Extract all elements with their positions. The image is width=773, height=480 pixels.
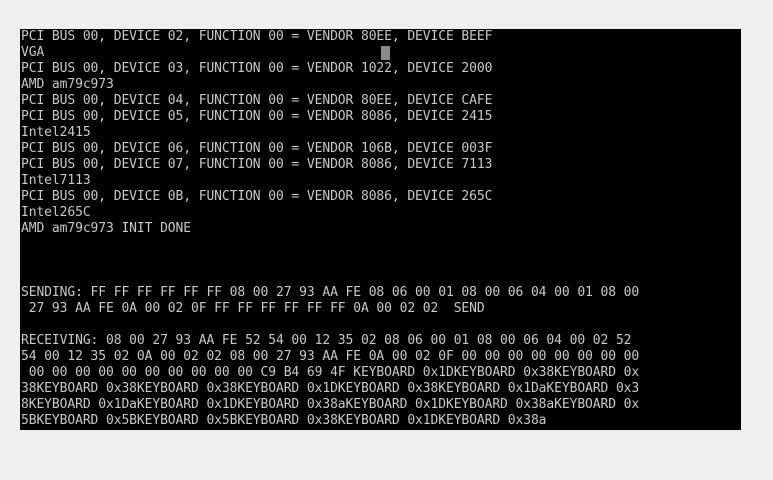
- console-line: AMD am79c973 INIT DONE: [21, 221, 191, 236]
- console-line: SENDING: FF FF FF FF FF FF 08 00 27 93 A…: [21, 285, 640, 300]
- text-mode-console[interactable]: PCI BUS 00, DEVICE 02, FUNCTION 00 = VEN…: [20, 29, 741, 430]
- console-line: 38KEYBOARD 0x38KEYBOARD 0x38KEYBOARD 0x1…: [21, 381, 640, 396]
- vm-display: PCI BUS 00, DEVICE 02, FUNCTION 00 = VEN…: [0, 0, 773, 480]
- console-line: Intel265C: [21, 205, 91, 220]
- text-cursor: [381, 46, 390, 60]
- console-line: AMD am79c973: [21, 77, 114, 92]
- console-line: PCI BUS 00, DEVICE 0B, FUNCTION 00 = VEN…: [21, 189, 493, 204]
- console-line: Intel2415: [21, 125, 91, 140]
- console-line: RECEIVING: 08 00 27 93 AA FE 52 54 00 12…: [21, 333, 632, 348]
- console-line: VGA: [21, 45, 45, 60]
- console-line: PCI BUS 00, DEVICE 02, FUNCTION 00 = VEN…: [21, 29, 493, 44]
- console-line: Intel7113: [21, 173, 91, 188]
- console-line: 00 00 00 00 00 00 00 00 00 00 C9 B4 69 4…: [21, 365, 640, 380]
- console-line: 54 00 12 35 02 0A 00 02 02 08 00 27 93 A…: [21, 349, 640, 364]
- console-line: PCI BUS 00, DEVICE 03, FUNCTION 00 = VEN…: [21, 61, 493, 76]
- console-line: 5BKEYBOARD 0x5BKEYBOARD 0x5BKEYBOARD 0x3…: [21, 413, 547, 428]
- console-line: PCI BUS 00, DEVICE 05, FUNCTION 00 = VEN…: [21, 109, 493, 124]
- console-line: PCI BUS 00, DEVICE 06, FUNCTION 00 = VEN…: [21, 141, 493, 156]
- console-line: 8KEYBOARD 0x1DaKEYBOARD 0x1DKEYBOARD 0x3…: [21, 397, 640, 412]
- console-line: 27 93 AA FE 0A 00 02 0F FF FF FF FF FF F…: [21, 301, 485, 316]
- console-line: PCI BUS 00, DEVICE 04, FUNCTION 00 = VEN…: [21, 93, 493, 108]
- console-line: PCI BUS 00, DEVICE 07, FUNCTION 00 = VEN…: [21, 157, 493, 172]
